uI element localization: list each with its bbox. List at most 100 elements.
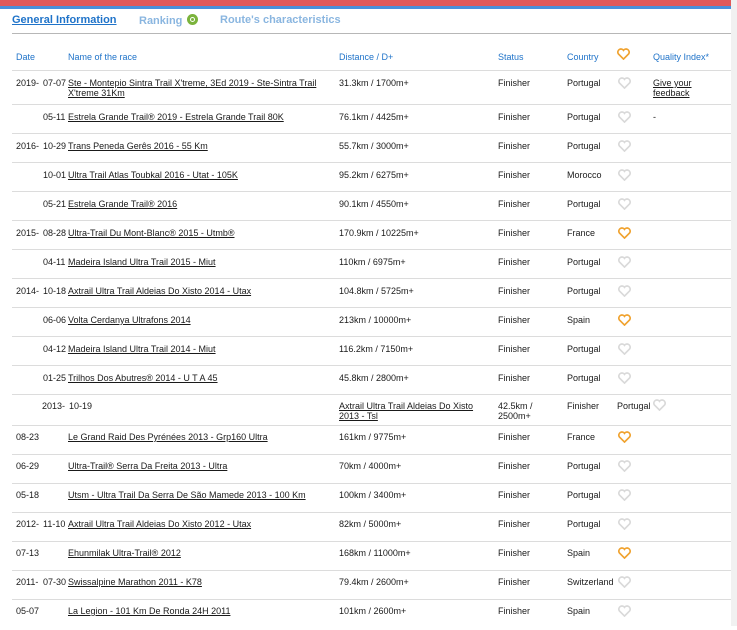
row-country: Portugal [567,112,601,122]
row-date: 07-30 [43,577,67,587]
heart-icon[interactable] [618,576,631,589]
heart-icon[interactable] [618,198,631,211]
row-status: Finisher [498,373,531,383]
row-distance: 95.2km / 6275m+ [339,170,409,180]
row-country: Portugal [567,373,601,383]
header-distance[interactable]: Distance / D+ [339,52,393,62]
tab-general-information[interactable]: General Information [12,14,117,26]
race-name-link[interactable]: Le Grand Raid Des Pyrénées 2013 - Grp160… [68,432,268,442]
heart-icon[interactable] [618,460,631,473]
row-country: Portugal [567,519,601,529]
row-distance: 104.8km / 5725m+ [339,286,414,296]
row-distance: 31.3km / 1700m+ [339,78,409,88]
row-year: 2011- [16,577,39,587]
give-feedback-link-cont[interactable]: feedback [653,88,690,98]
row-separator [12,394,732,395]
race-name-link[interactable]: Madeira Island Ultra Trail 2014 - Miut [68,344,216,354]
race-name-link-cont[interactable]: 2013 - Tsl [339,411,378,421]
header-quality-index[interactable]: Quality Index* [653,52,709,62]
heart-icon[interactable] [618,489,631,502]
table-row: 2011- 07-30 Swissalpine Marathon 2011 - K7… [12,576,732,601]
table-row: 05-18 Utsm - Ultra Trail Da Serra De São … [12,489,732,514]
heart-icon[interactable] [618,169,631,182]
race-name-link[interactable]: Ehunmilak Ultra-Trail® 2012 [68,548,181,558]
row-status: Finisher [498,315,531,325]
row-country: Portugal [567,141,601,151]
row-distance: 168km / 11000m+ [339,548,411,558]
row-separator [12,133,732,134]
row-status: Finisher [498,490,531,500]
row-date: 10-01 [43,170,67,180]
row-separator [12,278,732,279]
heart-icon[interactable] [618,518,631,531]
race-name-link[interactable]: Madeira Island Ultra Trail 2015 - Miut [68,257,216,267]
race-name-link[interactable]: Axtrail Ultra Trail Aldeias Do Xisto [339,401,473,411]
tab-ranking[interactable]: Ranking [139,14,199,27]
header-status[interactable]: Status [498,52,524,62]
heart-icon[interactable] [618,77,631,90]
heart-icon[interactable] [618,140,631,153]
row-distance: 42.5km / [498,401,533,411]
row-separator [12,249,732,250]
heart-filled-icon[interactable] [618,227,631,240]
race-name-link[interactable]: Ultra Trail Atlas Toubkal 2016 - Utat - … [68,170,238,180]
row-date: 06-06 [43,315,67,325]
race-name-link[interactable]: Axtrail Ultra Trail Aldeias Do Xisto 201… [68,286,251,296]
row-status: Finisher [567,401,600,411]
row-country: France [567,432,596,442]
row-country: Portugal [567,257,601,267]
row-status: Finisher [498,461,531,471]
race-name-link[interactable]: Swissalpine Marathon 2011 - K78 [68,577,202,587]
row-distance: 45.8km / 2800m+ [339,373,409,383]
scrollbar[interactable] [731,0,737,626]
eye-icon [187,14,199,25]
heart-filled-icon[interactable] [618,314,631,327]
row-status: Finisher [498,344,531,354]
race-name-link[interactable]: Trilhos Dos Abutres® 2014 - U T A 45 [68,373,218,383]
row-separator [12,307,732,308]
row-country: Portugal [567,461,601,471]
race-name-link[interactable]: Estrela Grande Trail® 2016 [68,199,177,209]
row-distance: 76.1km / 4425m+ [339,112,409,122]
race-name-link[interactable]: Axtrail Ultra Trail Aldeias Do Xisto 201… [68,519,251,529]
row-distance: 79.4km / 2600m+ [339,577,409,587]
row-distance: 70km / 4000m+ [339,461,402,471]
give-feedback-link[interactable]: Give your [653,78,692,88]
header-name[interactable]: Name of the race [68,52,137,62]
heart-icon[interactable] [618,343,631,356]
row-date: 05-07 [16,606,40,616]
tab-ranking-label: Ranking [139,15,183,27]
row-distance: 101km / 2600m+ [339,606,407,616]
row-country: Spain [567,606,591,616]
heart-filled-icon[interactable] [618,547,631,560]
heart-icon[interactable] [618,256,631,269]
race-name-link[interactable]: Estrela Grande Trail® 2019 - Estrela Gra… [68,112,284,122]
tab-routes-characteristics[interactable]: Route's characteristics [220,14,341,26]
row-date: 04-11 [43,257,66,267]
heart-icon[interactable] [618,111,631,124]
heart-icon[interactable] [618,605,631,618]
race-name-link-cont[interactable]: X'treme 31Km [68,88,125,98]
heart-icon[interactable] [618,285,631,298]
table-row: 2013- 10-19 Axtrail Ultra Trail Aldeias Do… [12,398,732,424]
heart-icon[interactable] [618,372,631,385]
row-date: 10-19 [69,401,93,411]
row-separator [12,336,732,337]
row-distance: 100km / 3400m+ [339,490,407,500]
race-name-link[interactable]: Trans Peneda Gerês 2016 - 55 Km [68,141,208,151]
row-year: 2019- [16,78,40,88]
race-name-link[interactable]: Ultra-Trail Du Mont-Blanc® 2015 - Utmb® [68,228,234,238]
row-date: 05-21 [43,199,67,209]
race-name-link[interactable]: Volta Cerdanya Ultrafons 2014 [68,315,191,325]
heart-icon[interactable] [653,399,666,412]
header-date[interactable]: Date [16,52,35,62]
header-country[interactable]: Country [567,52,599,62]
race-name-link[interactable]: Utsm - Ultra Trail Da Serra De São Mamed… [68,490,306,500]
race-name-link[interactable]: Ste - Montepio Sintra Trail X'treme, 3Ed… [68,78,316,88]
row-country: Morocco [567,170,602,180]
row-country: Portugal [567,78,601,88]
row-status: Finisher [498,606,531,616]
heart-filled-icon[interactable] [618,431,631,444]
race-name-link[interactable]: La Legion - 101 Km De Ronda 24H 2011 [68,606,230,616]
race-name-link[interactable]: Ultra-Trail® Serra Da Freita 2013 - Ultr… [68,461,227,471]
